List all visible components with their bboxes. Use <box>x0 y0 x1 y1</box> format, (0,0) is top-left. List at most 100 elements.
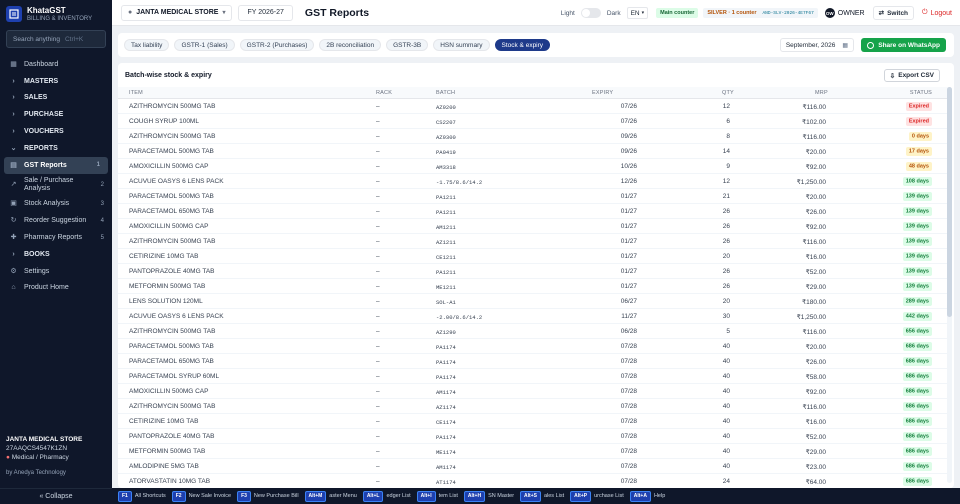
table-row[interactable]: PARACETAMOL 500MG TAB – PA0419 09/26 14 ₹20.0… <box>118 144 948 159</box>
table-row[interactable]: PARACETAMOL 500MG TAB – PA1211 01/27 21 ₹20.0… <box>118 189 948 204</box>
shortcut-item[interactable]: F2 New Sale Invoice <box>171 490 231 502</box>
tab-hsn-summary[interactable]: HSN summary <box>433 39 490 51</box>
table-row[interactable]: PARACETAMOL 650MG TAB – PA1174 07/28 40 ₹26.0… <box>118 354 948 369</box>
rack-cell: – <box>376 118 380 125</box>
collapse-sidebar-button[interactable]: « Collapse <box>0 488 112 504</box>
column-header-expiry[interactable]: EXPIRY <box>592 90 613 96</box>
shortcut-item[interactable]: Alt+I tem List <box>416 490 458 502</box>
sidebar-item-books[interactable]: › BOOKS <box>0 246 112 263</box>
sidebar-item-purchase[interactable]: › PURCHASE <box>0 106 112 123</box>
sidebar-item-gst-reports[interactable]: ▤ GST Reports 1 <box>4 156 108 174</box>
column-header-status[interactable]: STATUS <box>910 90 932 96</box>
table-row[interactable]: AMOXICILLIN 500MG CAP – AM1211 01/27 26 ₹92.0… <box>118 219 948 234</box>
shortcut-item[interactable]: Alt+P urchase List <box>570 490 624 502</box>
shortcut-item[interactable]: F1 All Shortcuts <box>118 490 166 502</box>
search-input[interactable]: Search anything Ctrl+K <box>6 30 106 48</box>
user-menu[interactable]: OW OWNER <box>824 8 865 18</box>
table-row[interactable]: AZITHROMYCIN 500MG TAB – AZ1290 06/28 5 ₹116.… <box>118 324 948 339</box>
column-header-qty[interactable]: QTY <box>722 90 734 96</box>
table-scrollbar[interactable] <box>947 87 952 483</box>
scroll-thumb[interactable] <box>947 87 952 317</box>
sidebar-item-reports[interactable]: ⌄ REPORTS <box>0 140 112 157</box>
shortcut-item[interactable]: Alt+A Help <box>629 490 665 502</box>
sidebar-item-dashboard[interactable]: ▦ Dashboard <box>0 56 112 73</box>
table-row[interactable]: ACUVUE OASYS 6 LENS PACK – -2.00/8.6/14.2 1… <box>118 309 948 324</box>
status-badge: 686 days <box>902 386 932 396</box>
item-cell: CETIRIZINE 10MG TAB <box>129 418 199 425</box>
sidebar-item-masters[interactable]: › MASTERS <box>0 73 112 90</box>
shortcut-item[interactable]: F3 New Purchase Bill <box>237 490 299 502</box>
status-badge: 139 days <box>902 191 932 201</box>
fy-selector[interactable]: FY 2026-27 <box>238 4 293 21</box>
sidebar-item-sales[interactable]: › SALES <box>0 90 112 107</box>
table-row[interactable]: PANTOPRAZOLE 40MG TAB – PA1174 07/28 40 ₹52.0… <box>118 429 948 444</box>
table-row[interactable]: METFORMIN 500MG TAB – ME1174 07/28 40 ₹29.00 6… <box>118 444 948 459</box>
file-icon: ▤ <box>10 161 17 169</box>
sidebar-item-sale-purchase-analysis[interactable]: ↗ Sale / Purchase Analysis 2 <box>0 174 112 196</box>
table-row[interactable]: PARACETAMOL 500MG TAB – PA1174 07/28 40 ₹20.0… <box>118 339 948 354</box>
table-row[interactable]: CETIRIZINE 10MG TAB – CE1174 07/28 40 ₹16.00 6… <box>118 414 948 429</box>
column-header-mrp[interactable]: MRP <box>815 90 828 96</box>
sidebar-item-reorder-suggestion[interactable]: ↻ Reorder Suggestion 4 <box>0 212 112 229</box>
table-row[interactable]: COUGH SYRUP 100ML – CS2207 07/26 6 ₹102.00 Exp… <box>118 114 948 129</box>
table-row[interactable]: METFORMIN 500MG TAB – ME1211 01/27 26 ₹29.00 1… <box>118 279 948 294</box>
table-row[interactable]: AMOXICILLIN 500MG CAP – AM3318 10/26 9 ₹92.00… <box>118 159 948 174</box>
batch-cell: AM1174 <box>436 389 456 396</box>
table-row[interactable]: LENS SOLUTION 120ML – SOL-A1 06/27 20 ₹180.00… <box>118 294 948 309</box>
rack-cell: – <box>376 373 380 380</box>
status-cell: 686 days <box>902 371 932 381</box>
language-select[interactable]: EN ▾ <box>626 7 649 19</box>
sidebar-footer: JANTA MEDICAL STORE 27AAQCS4547K1ZN ● Me… <box>6 436 106 476</box>
column-header-item[interactable]: ITEM <box>129 90 143 96</box>
table-row[interactable]: PANTOPRAZOLE 40MG TAB – PA1211 01/27 26 ₹52.0… <box>118 264 948 279</box>
shortcut-item[interactable]: Alt+L edger List <box>362 490 411 502</box>
qty-cell: 40 <box>722 448 730 455</box>
shortcut-item[interactable]: Alt+S ales List <box>520 490 564 502</box>
table-row[interactable]: PARACETAMOL SYRUP 60ML – PA1174 07/28 40 ₹58.… <box>118 369 948 384</box>
batch-cell: CS2207 <box>436 119 456 126</box>
tab-tax-liability[interactable]: Tax liability <box>124 39 170 51</box>
tab-gstr2[interactable]: GSTR-2 (Purchases) <box>239 39 315 51</box>
sidebar-item-product-home[interactable]: ⌂ Product Home <box>0 280 112 297</box>
export-csv-button[interactable]: ⇩ Export CSV <box>883 69 940 82</box>
tab-gstr3b[interactable]: GSTR-3B <box>386 39 429 51</box>
report-tabs: Tax liability GSTR-1 (Sales) GSTR-2 (Pur… <box>118 33 954 57</box>
month-picker[interactable]: September, 2026 ▦ <box>779 38 854 52</box>
tab-gstr1[interactable]: GSTR-1 (Sales) <box>174 39 235 51</box>
table-row[interactable]: PARACETAMOL 650MG TAB – PA1211 01/27 26 ₹26.0… <box>118 204 948 219</box>
table-row[interactable]: ACUVUE OASYS 6 LENS PACK – -1.75/8.6/14.2 1… <box>118 174 948 189</box>
rack-cell: – <box>376 313 380 320</box>
column-header-batch[interactable]: BATCH <box>436 90 455 96</box>
tab-2b-reconciliation[interactable]: 2B reconciliation <box>319 39 382 51</box>
qty-cell: 12 <box>722 103 730 110</box>
table-row[interactable]: ATORVASTATIN 10MG TAB – AT1174 07/28 24 ₹64.0… <box>118 474 948 488</box>
table-row[interactable]: AZITHROMYCIN 500MG TAB – AZ9300 09/26 8 ₹116.… <box>118 129 948 144</box>
table-row[interactable]: AZITHROMYCIN 500MG TAB – AZ1174 07/28 40 ₹116… <box>118 399 948 414</box>
table-row[interactable]: AMOXICILLIN 500MG CAP – AM1174 07/28 40 ₹92.0… <box>118 384 948 399</box>
tab-stock-expiry[interactable]: Stock & expiry <box>494 39 551 51</box>
table-row[interactable]: AZITHROMYCIN 500MG TAB – AZ9200 07/26 12 ₹116… <box>118 99 948 114</box>
sidebar-item-vouchers[interactable]: › VOUCHERS <box>0 123 112 140</box>
shortcut-item[interactable]: Alt+H SN Master <box>463 490 514 502</box>
shortcut-item[interactable]: Alt+M aster Menu <box>304 490 357 502</box>
table-row[interactable]: CETIRIZINE 10MG TAB – CE1211 01/27 20 ₹16.00 1… <box>118 249 948 264</box>
status-cell: 139 days <box>902 236 932 246</box>
store-selector[interactable]: ● JANTA MEDICAL STORE ▾ <box>121 4 233 21</box>
item-cell: PARACETAMOL 500MG TAB <box>129 193 214 200</box>
theme-toggle[interactable]: Light Dark <box>561 8 621 18</box>
mrp-cell: ₹102.00 <box>801 119 826 126</box>
column-header-rack[interactable]: RACK <box>376 90 392 96</box>
sidebar-item-pharmacy-reports[interactable]: ✚ Pharmacy Reports 5 <box>0 229 112 246</box>
qty-cell: 12 <box>722 178 730 185</box>
sidebar-item-settings[interactable]: ⚙ Settings <box>0 263 112 280</box>
item-cell: AZITHROMYCIN 500MG TAB <box>129 103 216 110</box>
sidebar-item-stock-analysis[interactable]: ▣ Stock Analysis 3 <box>0 196 112 213</box>
theme-switch[interactable] <box>580 8 601 18</box>
table-row[interactable]: AZITHROMYCIN 500MG TAB – AZ1211 01/27 26 ₹116… <box>118 234 948 249</box>
logout-button[interactable]: ⏻ Logout <box>922 9 952 17</box>
mrp-cell: ₹16.00 <box>805 254 826 261</box>
shortcut-key: Alt+H <box>463 490 486 502</box>
switch-button[interactable]: ⇄ Switch <box>872 6 915 20</box>
table-row[interactable]: AMLODIPINE 5MG TAB – AM1174 07/28 40 ₹23.00 68… <box>118 459 948 474</box>
share-whatsapp-button[interactable]: Share on WhatsApp <box>861 38 946 52</box>
